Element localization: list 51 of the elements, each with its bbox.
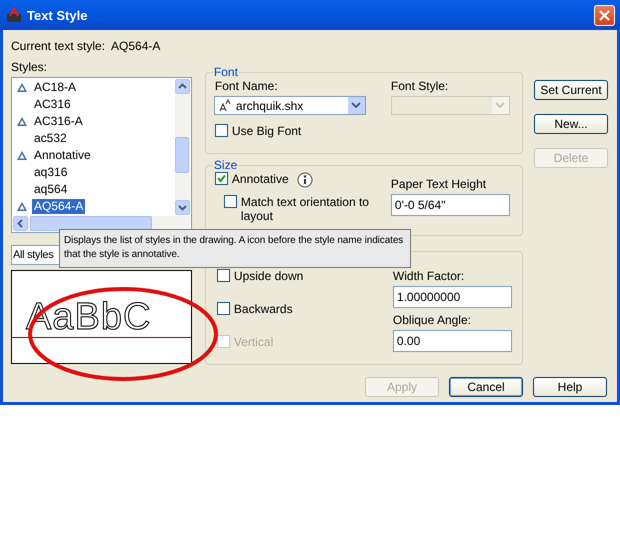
styles-label: Styles: bbox=[11, 60, 48, 74]
group-title: Size bbox=[212, 158, 238, 172]
list-item[interactable]: AQ564-A bbox=[32, 199, 86, 214]
list-item[interactable]: AC18-A bbox=[32, 80, 78, 95]
font-name-dropdown[interactable]: archquik.shx bbox=[214, 96, 366, 115]
list-item[interactable]: Annotative bbox=[32, 148, 93, 163]
dialog-button[interactable]: Cancel bbox=[449, 377, 523, 397]
info-icon bbox=[296, 172, 313, 188]
checkbox-label: Backwards bbox=[234, 302, 293, 316]
checkbox-label: Match text orientation to layout bbox=[240, 195, 370, 223]
horizontal-scrollbar[interactable] bbox=[13, 216, 190, 231]
field-label: Font Style: bbox=[390, 79, 450, 93]
font-icon bbox=[218, 99, 232, 112]
checkbox[interactable] bbox=[216, 269, 230, 282]
dialog-button[interactable]: Help bbox=[533, 377, 607, 397]
input-field[interactable]: 1.00000000 bbox=[392, 286, 512, 308]
checkbox[interactable] bbox=[214, 124, 228, 137]
checkbox[interactable] bbox=[224, 195, 237, 208]
checkbox-label: Vertical bbox=[234, 335, 274, 349]
field-label: Paper Text Height bbox=[390, 177, 488, 191]
current-style-label: Current text style: bbox=[11, 39, 106, 54]
scroll-left-icon bbox=[13, 216, 28, 231]
checkbox-label: Upside down bbox=[234, 269, 304, 283]
vertical-scrollbar[interactable] bbox=[174, 79, 190, 215]
group-title: Font bbox=[212, 65, 239, 79]
checkbox-label: Use Big Font bbox=[232, 124, 302, 138]
list-item[interactable]: AC316-A bbox=[32, 114, 85, 129]
current-style-value: AQ564-A bbox=[111, 39, 160, 54]
dialog-button[interactable]: Set Current bbox=[534, 80, 608, 100]
close-icon bbox=[599, 10, 610, 20]
field-label: Oblique Angle: bbox=[392, 313, 472, 327]
app-icon bbox=[6, 7, 22, 23]
close-button[interactable] bbox=[594, 4, 615, 26]
dialog-button[interactable]: New... bbox=[534, 114, 608, 134]
scroll-thumb[interactable] bbox=[30, 216, 152, 231]
scroll-down-icon bbox=[174, 200, 190, 215]
list-item[interactable]: aq316 bbox=[32, 165, 70, 180]
input-field[interactable]: 0.00 bbox=[392, 330, 512, 352]
checkbox[interactable] bbox=[214, 172, 228, 185]
checkbox-label: Annotative bbox=[232, 172, 289, 186]
field-label: Width Factor: bbox=[392, 269, 466, 283]
window-title: Text Style bbox=[27, 8, 88, 22]
scroll-thumb[interactable] bbox=[174, 137, 189, 173]
field-label: Font Name: bbox=[214, 79, 279, 93]
input-field[interactable]: 0'-0 5/64" bbox=[390, 194, 510, 216]
checkbox[interactable] bbox=[216, 302, 230, 315]
list-item[interactable]: aq564 bbox=[32, 182, 70, 197]
tooltip: Displays the list of styles in the drawing. A icon before the style name indicates that the style is annotative. bbox=[59, 229, 411, 268]
list-item[interactable]: ac532 bbox=[32, 131, 69, 146]
list-item[interactable]: AC316 bbox=[32, 97, 73, 112]
scroll-up-icon bbox=[174, 79, 190, 94]
